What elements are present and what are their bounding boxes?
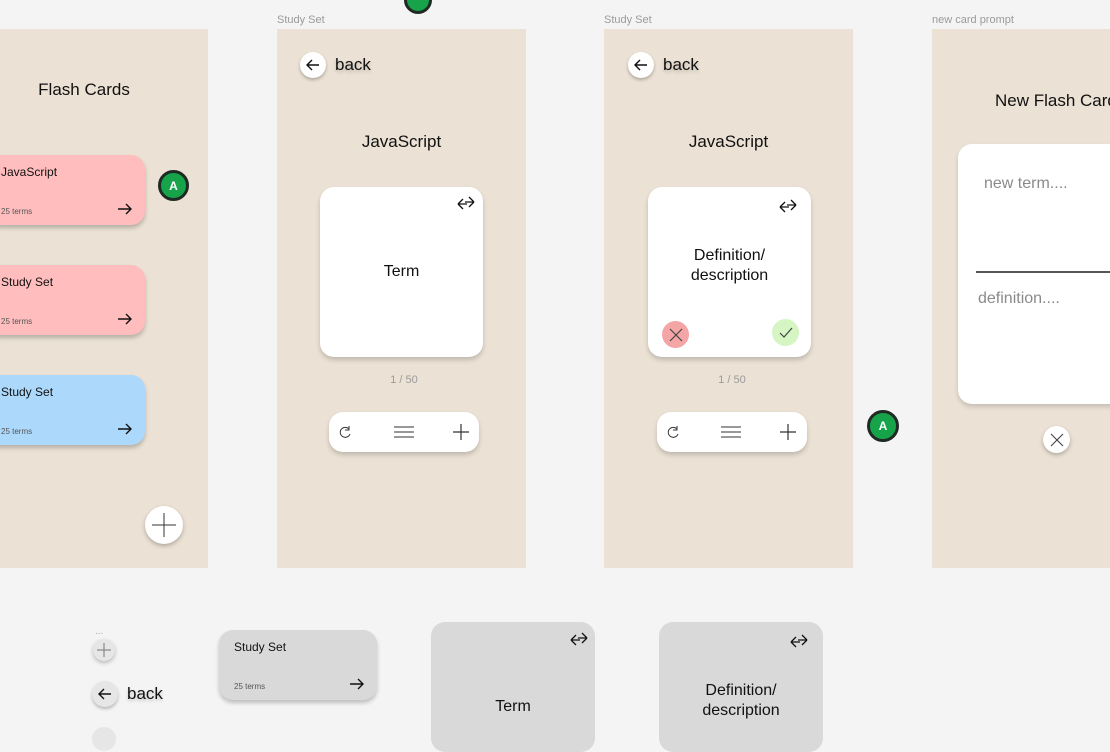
back-button[interactable]: back <box>628 52 699 78</box>
deck-card-javascript[interactable]: JavaScript 25 terms <box>0 155 145 225</box>
frame-label: new card prompt <box>932 14 1014 26</box>
page-indicator: 1 / 50 <box>718 374 746 386</box>
flip-arrows-icon[interactable] <box>777 198 799 214</box>
study-front-frame: back JavaScript Term 1 / 50 <box>277 29 526 568</box>
frame-label: Study Set <box>604 14 652 26</box>
deck-card-study-set[interactable]: Study Set 25 terms <box>0 265 145 335</box>
arrow-right-icon <box>118 203 132 215</box>
term-input[interactable]: new term.... <box>984 175 1068 193</box>
card-text: Definition/ description <box>702 682 780 719</box>
deck-name: Study Set <box>1 385 54 399</box>
new-card-title: New Flash Card <box>995 91 1110 110</box>
flip-arrows-icon[interactable] <box>568 631 590 647</box>
shuffle-icon[interactable] <box>337 423 355 441</box>
x-icon <box>669 328 682 341</box>
study-toolbar <box>329 412 479 452</box>
flash-card[interactable]: Definition/ description <box>648 187 811 357</box>
definition-input[interactable]: definition.... <box>978 290 1060 308</box>
arrow-right-icon <box>118 423 132 435</box>
plus-button-component[interactable] <box>93 639 115 661</box>
avatar-top <box>404 0 432 14</box>
flip-arrows-icon[interactable] <box>455 195 477 211</box>
close-icon <box>1050 433 1063 446</box>
deck-card-study-set-blue[interactable]: Study Set 25 terms <box>0 375 145 445</box>
add-deck-button[interactable] <box>145 506 183 544</box>
plus-icon[interactable] <box>779 423 797 441</box>
arrow-left-icon <box>306 59 319 71</box>
avatar: A <box>158 170 189 201</box>
flip-arrows-icon[interactable] <box>788 633 810 649</box>
shuffle-icon[interactable] <box>665 423 683 441</box>
arrow-left-icon <box>634 59 647 71</box>
close-button[interactable] <box>1043 426 1070 453</box>
arrow-left-icon <box>98 688 111 700</box>
component-dots: ... <box>95 626 104 637</box>
back-label: back <box>127 684 163 703</box>
definition-card-component[interactable]: Definition/ description <box>659 622 823 752</box>
study-back-frame: back JavaScript Definition/ description … <box>604 29 853 568</box>
card-text: Definition/ description <box>690 247 769 284</box>
arrow-right-icon <box>118 313 132 325</box>
divider <box>976 271 1110 273</box>
new-card-form: new term.... definition.... <box>958 144 1110 404</box>
deck-name: Study Set <box>234 640 287 654</box>
term-card-component[interactable]: Term <box>431 622 595 752</box>
page-indicator: 1 / 50 <box>390 374 418 386</box>
arrow-right-icon <box>350 678 364 690</box>
frame-label: Study Set <box>277 14 325 26</box>
plus-icon <box>152 513 176 537</box>
menu-icon[interactable] <box>720 423 742 441</box>
back-button[interactable]: back <box>300 52 371 78</box>
flash-card[interactable]: Term <box>320 187 483 357</box>
check-icon <box>779 327 792 338</box>
mark-right-button[interactable] <box>772 319 799 346</box>
mark-wrong-button[interactable] <box>662 321 689 348</box>
deck-count: 25 terms <box>1 427 33 436</box>
card-text: Term <box>383 263 420 280</box>
back-button-component[interactable]: back <box>92 681 163 707</box>
avatar: A <box>867 410 899 442</box>
set-title: JavaScript <box>361 132 442 151</box>
menu-icon[interactable] <box>393 423 415 441</box>
home-title: Flash Cards <box>38 80 130 99</box>
deck-count: 25 terms <box>1 207 33 216</box>
card-text: Term <box>495 698 531 715</box>
new-card-frame: New Flash Card new term.... definition..… <box>932 29 1110 568</box>
deck-count: 25 terms <box>234 682 266 691</box>
plus-icon <box>97 643 111 657</box>
deck-name: Study Set <box>1 275 54 289</box>
deck-card-component[interactable]: Study Set 25 terms <box>219 630 377 700</box>
deck-name: JavaScript <box>1 165 58 179</box>
home-frame: Flash Cards JavaScript 25 terms Study Se… <box>0 29 208 568</box>
deck-count: 25 terms <box>1 317 33 326</box>
back-label: back <box>663 55 699 74</box>
set-title: JavaScript <box>688 132 769 151</box>
study-toolbar <box>657 412 807 452</box>
back-label: back <box>335 55 371 74</box>
plus-icon[interactable] <box>452 423 470 441</box>
